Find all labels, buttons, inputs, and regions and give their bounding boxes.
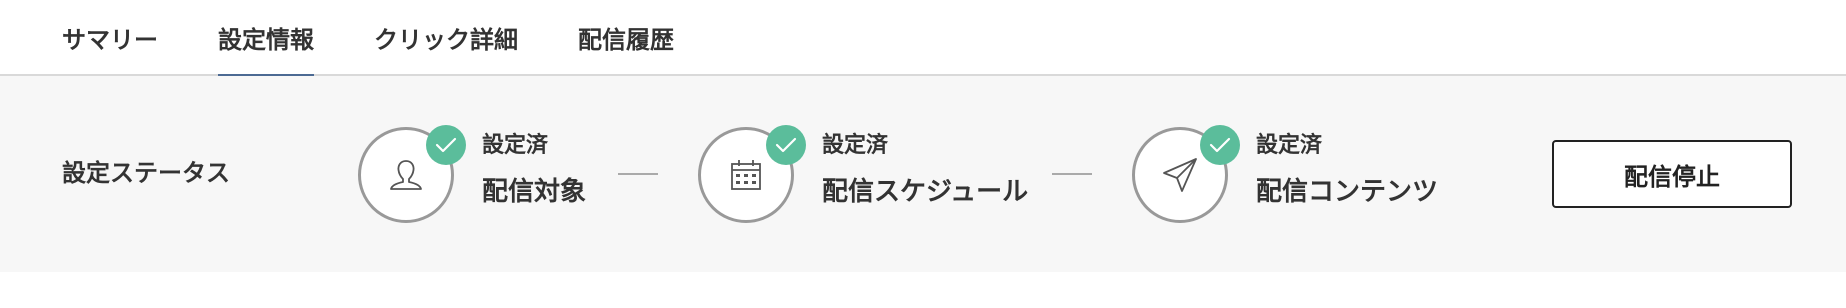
tab-bar: サマリー 設定情報 クリック詳細 配信履歴 bbox=[0, 0, 1846, 78]
check-icon bbox=[426, 125, 466, 165]
step-connector bbox=[1052, 173, 1092, 175]
tab-click-details[interactable]: クリック詳細 bbox=[374, 24, 518, 76]
paper-plane-icon bbox=[1163, 158, 1197, 192]
tab-settings-info[interactable]: 設定情報 bbox=[218, 24, 314, 78]
step-schedule-status: 設定済 bbox=[822, 133, 889, 158]
check-icon bbox=[1200, 125, 1240, 165]
status-label: 設定ステータス bbox=[62, 159, 230, 187]
tab-delivery-history[interactable]: 配信履歴 bbox=[578, 24, 674, 76]
stop-delivery-button[interactable]: 配信停止 bbox=[1552, 140, 1792, 208]
step-target-status: 設定済 bbox=[482, 133, 549, 158]
step-connector bbox=[618, 173, 658, 175]
check-icon bbox=[766, 125, 806, 165]
step-schedule-name: 配信スケジュール bbox=[822, 177, 1029, 207]
user-icon bbox=[390, 160, 422, 190]
step-content-status: 設定済 bbox=[1256, 133, 1323, 158]
step-content-name: 配信コンテンツ bbox=[1256, 177, 1439, 207]
tab-summary[interactable]: サマリー bbox=[62, 24, 158, 76]
step-target-name: 配信対象 bbox=[482, 177, 587, 207]
calendar-icon bbox=[731, 160, 761, 190]
